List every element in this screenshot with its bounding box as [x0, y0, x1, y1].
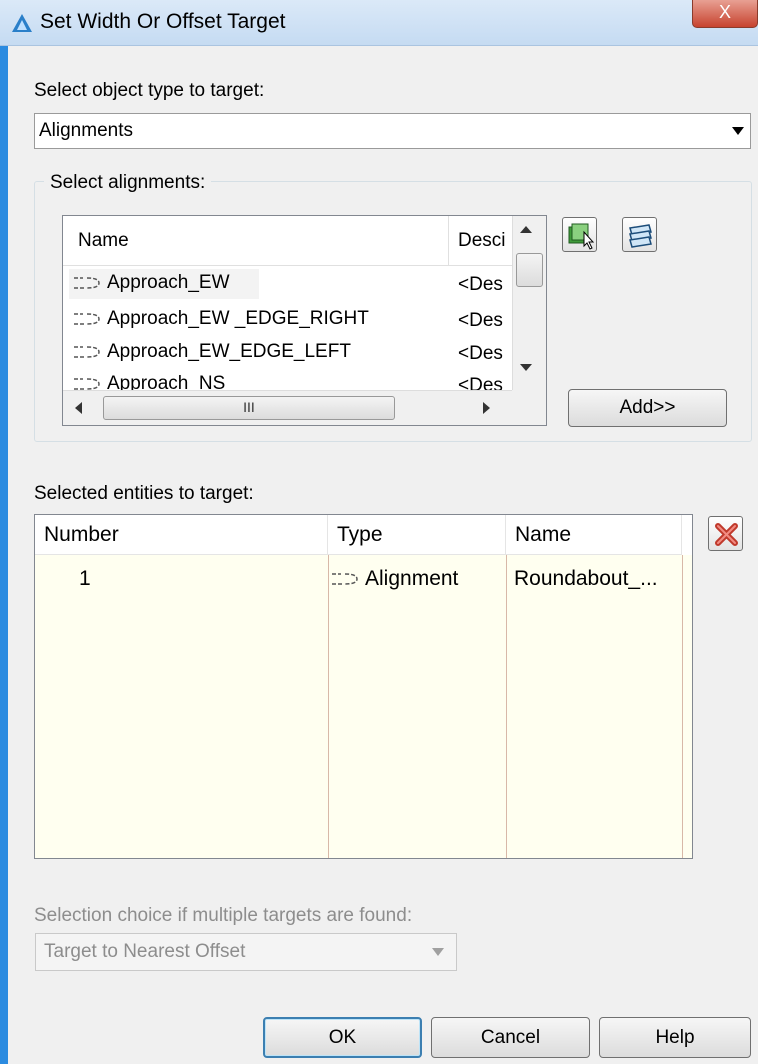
cancel-button[interactable]: Cancel [431, 1017, 590, 1058]
alignment-icon [74, 313, 100, 325]
selected-entities-label: Selected entities to target: [34, 483, 254, 504]
cell-type: Alignment [329, 567, 458, 591]
list-item[interactable]: Approach_EW [71, 272, 230, 294]
alignments-list[interactable]: Name Desci Approach_EW <Des Approach_EW … [62, 215, 547, 426]
object-type-value: Alignments [39, 120, 133, 141]
ok-button[interactable]: OK [263, 1017, 422, 1058]
pick-cursor-icon [568, 223, 595, 250]
column-header-name[interactable]: Name [506, 515, 682, 555]
column-header-description[interactable]: Desci [458, 230, 506, 252]
header-filler [682, 515, 692, 555]
scroll-down-icon[interactable] [520, 364, 532, 371]
list-item-description: <Des [458, 310, 503, 331]
layers-list-icon [629, 224, 652, 248]
pick-from-drawing-button[interactable] [562, 217, 597, 252]
cell-type-text: Alignment [365, 567, 459, 590]
list-item-name: Approach_EW _EDGE_RIGHT [107, 308, 369, 329]
column-header-number[interactable]: Number [35, 515, 328, 555]
selected-entities-table[interactable]: Number Type Name 1 Alignment Roundabout_… [34, 514, 693, 859]
list-item: Approach_NS [71, 373, 225, 390]
add-button[interactable]: Add>> [568, 389, 727, 427]
scroll-grip: III [243, 399, 255, 415]
column-header-type[interactable]: Type [328, 515, 506, 555]
list-item-description: <Des [458, 343, 503, 364]
cell-number: 1 [79, 567, 91, 590]
red-x-icon [715, 523, 738, 546]
selection-choice-dropdown[interactable]: Target to Nearest Offset [35, 933, 457, 971]
table-row[interactable]: 1 Alignment Roundabout_... [35, 559, 682, 601]
list-item-name: Approach_NS [107, 373, 226, 390]
alignment-icon [74, 346, 100, 358]
horizontal-scrollbar[interactable]: III [63, 390, 512, 425]
help-button[interactable]: Help [599, 1017, 751, 1058]
remove-entity-button[interactable] [708, 516, 743, 551]
list-item-name: Approach_EW [107, 272, 230, 293]
window-frame-edge [0, 46, 8, 1064]
list-item[interactable]: Approach_EW _EDGE_RIGHT [71, 308, 369, 330]
scroll-up-icon[interactable] [520, 226, 532, 233]
column-divider [448, 216, 449, 266]
list-item-clipped[interactable]: Approach_NS <Des [63, 371, 512, 390]
column-header-name[interactable]: Name [78, 230, 129, 252]
vertical-scroll-thumb[interactable] [516, 253, 543, 287]
close-button[interactable]: X [692, 0, 758, 28]
selection-choice-label: Selection choice if multiple targets are… [34, 905, 413, 926]
object-type-dropdown[interactable]: Alignments [34, 113, 751, 149]
select-alignments-label: Select alignments: [44, 172, 212, 194]
window-title: Set Width Or Offset Target [40, 10, 286, 33]
selection-choice-value: Target to Nearest Offset [44, 941, 246, 962]
list-item-description: <Des [458, 274, 503, 295]
list-item[interactable]: Approach_EW_EDGE_LEFT [71, 341, 351, 363]
civil3d-app-icon [12, 14, 32, 32]
vertical-scrollbar[interactable] [512, 216, 546, 390]
cell-name: Roundabout_... [514, 567, 658, 590]
scroll-corner [512, 390, 546, 425]
scroll-right-icon[interactable] [483, 402, 490, 414]
object-type-label: Select object type to target: [34, 80, 265, 101]
horizontal-scroll-thumb[interactable]: III [103, 396, 395, 420]
list-item-description: <Des [458, 375, 503, 390]
list-header: Name Desci [63, 216, 512, 266]
alignment-icon [74, 277, 100, 289]
list-item-name: Approach_EW_EDGE_LEFT [107, 341, 351, 362]
scroll-left-icon[interactable] [75, 402, 82, 414]
column-divider [682, 555, 683, 858]
chevron-down-icon [432, 948, 444, 956]
select-from-list-button[interactable] [622, 217, 657, 252]
alignment-icon [74, 378, 100, 390]
alignment-icon [332, 573, 358, 586]
chevron-down-icon [732, 127, 744, 135]
